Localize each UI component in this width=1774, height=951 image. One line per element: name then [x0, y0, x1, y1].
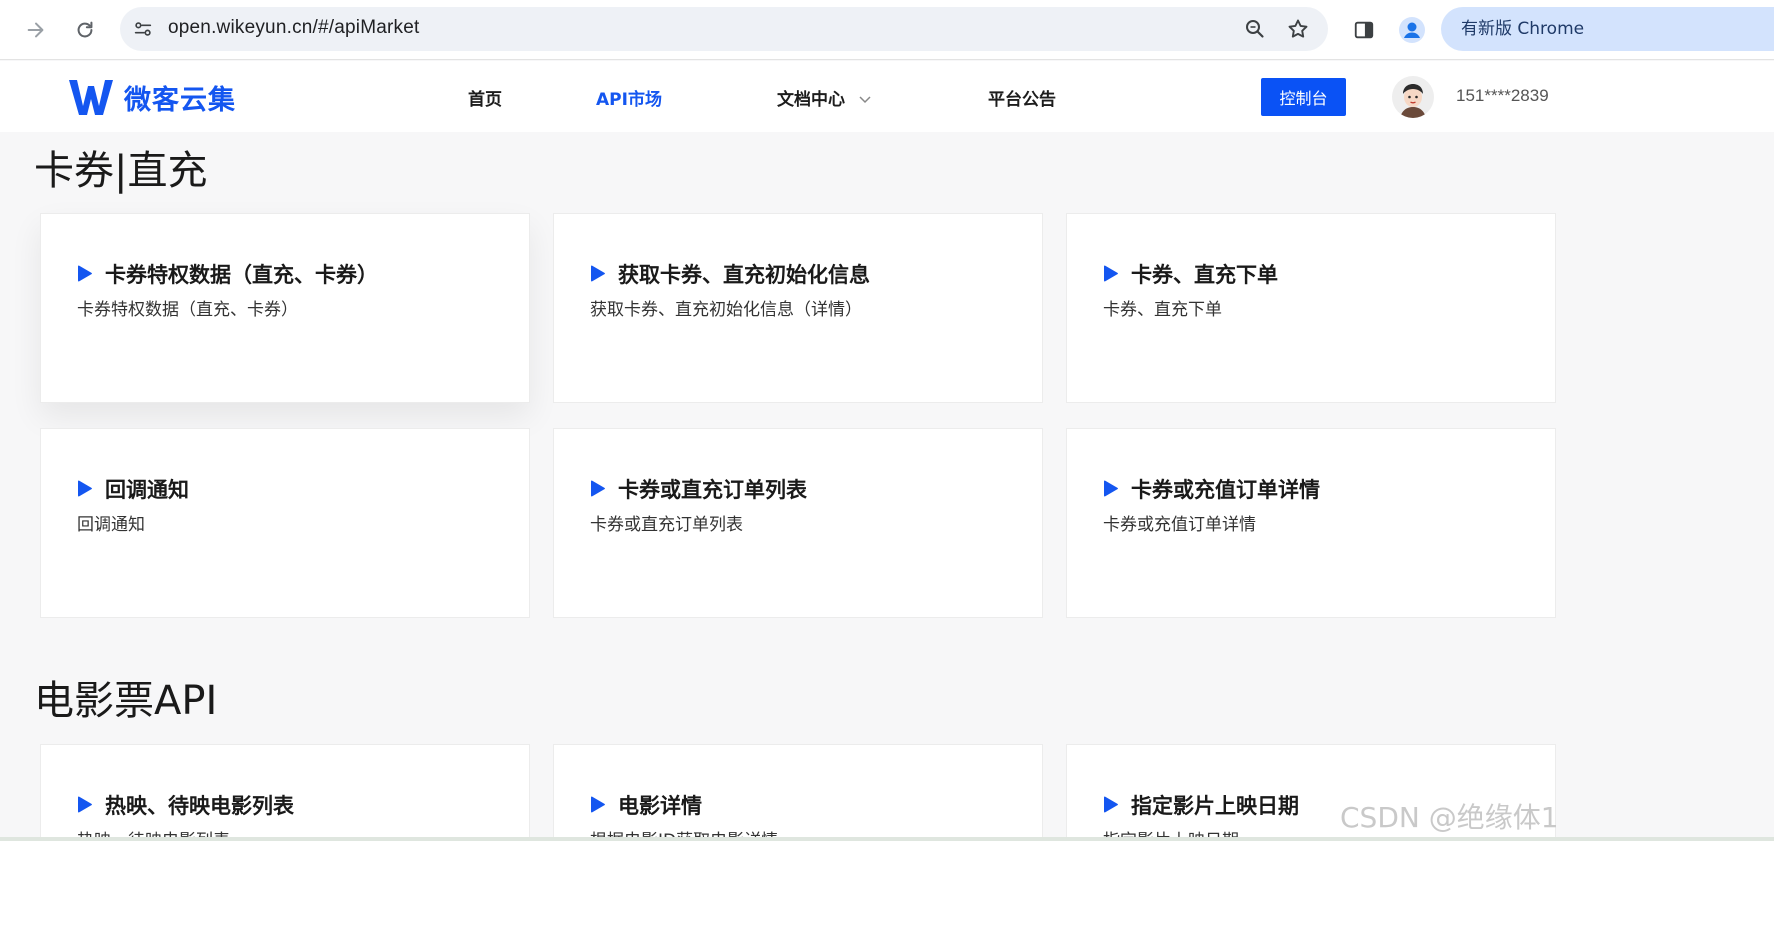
- card-description: 根据电影ID获取电影详情: [590, 826, 778, 837]
- logo-text: 微客云集: [124, 84, 236, 116]
- card-title-text: 电影详情: [618, 794, 702, 818]
- card-title: 卡券或充值订单详情: [1103, 474, 1320, 504]
- card-title: 指定影片上映日期: [1103, 790, 1299, 820]
- nav-api-market[interactable]: API市场: [596, 85, 662, 110]
- play-icon: [1104, 265, 1118, 282]
- play-icon: [591, 480, 605, 497]
- card-title-text: 卡券、直充下单: [1131, 263, 1278, 287]
- logo-mark-icon: [69, 80, 113, 115]
- card-description: 卡券或充值订单详情: [1103, 515, 1256, 535]
- zoom-icon[interactable]: [1243, 17, 1267, 41]
- bottom-blank-area: [0, 841, 1774, 951]
- csdn-watermark: CSDN @绝缘体1: [1340, 801, 1559, 834]
- play-icon: [78, 796, 92, 813]
- nav-home[interactable]: 首页: [468, 85, 502, 110]
- api-card[interactable]: 回调通知 回调通知: [40, 428, 530, 618]
- side-panel-icon[interactable]: [1348, 14, 1380, 46]
- api-card[interactable]: 卡券特权数据（直充、卡券） 卡券特权数据（直充、卡券）: [40, 213, 530, 403]
- card-title-text: 卡券特权数据（直充、卡券）: [105, 263, 378, 287]
- card-title-text: 回调通知: [105, 478, 189, 502]
- card-description: 指定影片上映日期: [1103, 826, 1239, 837]
- nav-docs-label: 文档中心: [777, 90, 845, 110]
- api-card[interactable]: 热映、待映电影列表 热映、待映电影列表: [40, 744, 530, 837]
- card-description: 卡券特权数据（直充、卡券）: [77, 300, 298, 320]
- play-icon: [1104, 480, 1118, 497]
- main-content: 卡券|直充 卡券特权数据（直充、卡券） 卡券特权数据（直充、卡券） 获取卡券、直…: [0, 132, 1774, 837]
- user-phone[interactable]: 151****2839: [1456, 86, 1549, 106]
- url-text[interactable]: open.wikeyun.cn/#/apiMarket: [168, 17, 419, 39]
- card-title: 卡券或直充订单列表: [590, 474, 807, 504]
- api-card[interactable]: 电影详情 根据电影ID获取电影详情: [553, 744, 1043, 837]
- card-title: 电影详情: [590, 790, 702, 820]
- section-title-movies: 电影票API: [34, 678, 218, 724]
- chevron-down-icon: [859, 96, 871, 104]
- play-icon: [78, 265, 92, 282]
- card-title: 获取卡券、直充初始化信息: [590, 259, 870, 289]
- card-title: 热映、待映电影列表: [77, 790, 294, 820]
- nav-announcements[interactable]: 平台公告: [988, 85, 1056, 110]
- card-description: 回调通知: [77, 515, 145, 535]
- api-card[interactable]: 获取卡券、直充初始化信息 获取卡券、直充初始化信息（详情）: [553, 213, 1043, 403]
- bookmark-star-icon[interactable]: [1286, 17, 1310, 41]
- site-info-icon[interactable]: [132, 18, 154, 40]
- play-icon: [1104, 796, 1118, 813]
- address-bar[interactable]: open.wikeyun.cn/#/apiMarket: [120, 7, 1328, 51]
- card-title-text: 卡券或直充订单列表: [618, 478, 807, 502]
- avatar-icon: [1392, 76, 1434, 118]
- play-icon: [591, 265, 605, 282]
- api-card[interactable]: 卡券或充值订单详情 卡券或充值订单详情: [1066, 428, 1556, 618]
- profile-icon[interactable]: [1396, 14, 1428, 46]
- nav-docs[interactable]: 文档中心: [777, 85, 871, 110]
- browser-toolbar: open.wikeyun.cn/#/apiMarket 有新版 Chrome: [0, 0, 1774, 60]
- card-title-text: 热映、待映电影列表: [105, 794, 294, 818]
- card-title: 卡券特权数据（直充、卡券）: [77, 259, 378, 289]
- avatar[interactable]: [1392, 76, 1434, 118]
- play-icon: [78, 480, 92, 497]
- card-title-text: 获取卡券、直充初始化信息: [618, 263, 870, 287]
- card-description: 获取卡券、直充初始化信息（详情）: [590, 300, 862, 320]
- site-logo[interactable]: 微客云集: [68, 75, 236, 119]
- play-icon: [591, 796, 605, 813]
- reload-icon[interactable]: [69, 14, 101, 46]
- card-title-text: 卡券或充值订单详情: [1131, 478, 1320, 502]
- section-title-coupons: 卡券|直充: [34, 148, 208, 194]
- card-description: 卡券、直充下单: [1103, 300, 1222, 320]
- console-button[interactable]: 控制台: [1261, 78, 1346, 116]
- api-card[interactable]: 卡券、直充下单 卡券、直充下单: [1066, 213, 1556, 403]
- card-title-text: 指定影片上映日期: [1131, 794, 1299, 818]
- api-card[interactable]: 卡券或直充订单列表 卡券或直充订单列表: [553, 428, 1043, 618]
- card-description: 热映、待映电影列表: [77, 826, 230, 837]
- card-description: 卡券或直充订单列表: [590, 515, 743, 535]
- card-title: 卡券、直充下单: [1103, 259, 1278, 289]
- card-title: 回调通知: [77, 474, 189, 504]
- forward-icon[interactable]: [20, 14, 52, 46]
- chrome-update-button[interactable]: 有新版 Chrome: [1441, 7, 1774, 51]
- site-header: 微客云集 首页 API市场 文档中心 平台公告 控制台 151****2839: [0, 61, 1774, 132]
